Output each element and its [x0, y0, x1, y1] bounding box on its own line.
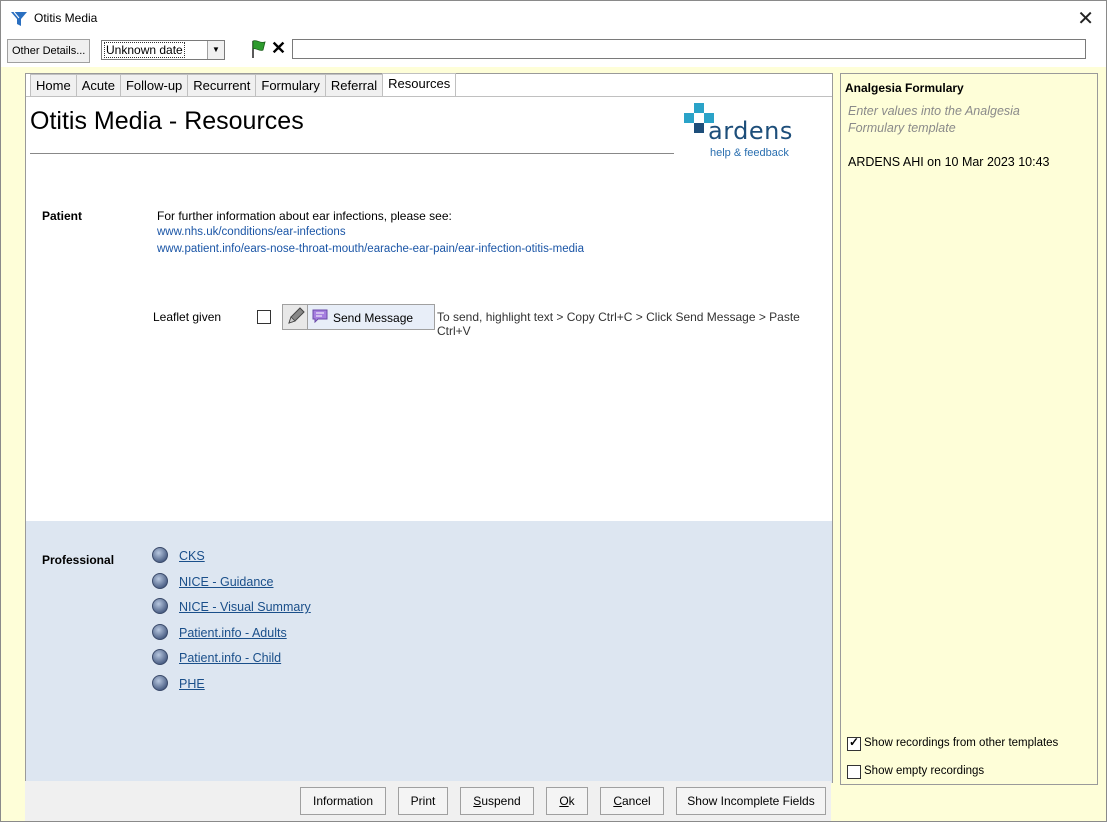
cancel-mnemonic: C: [613, 794, 622, 808]
tab-referral[interactable]: Referral: [324, 74, 384, 97]
show-empty-recordings-checkbox[interactable]: [847, 765, 861, 779]
tab-content: Otitis Media - Resources ardens help & f…: [26, 96, 832, 783]
tab-bar: Home Acute Follow-up Recurrent Formulary…: [30, 73, 457, 97]
window-title: Otitis Media: [34, 11, 98, 25]
toolbar: Other Details... Unknown date ▼ ✕: [1, 35, 1106, 67]
ok-button[interactable]: Ok: [546, 787, 588, 815]
tab-follow-up[interactable]: Follow-up: [119, 74, 189, 97]
link-text[interactable]: PHE: [179, 677, 205, 691]
ardens-logo[interactable]: ardens help & feedback: [684, 103, 794, 159]
cancel-button[interactable]: Cancel: [600, 787, 664, 815]
link-text[interactable]: NICE - Visual Summary: [179, 600, 311, 614]
tab-acute[interactable]: Acute: [75, 74, 121, 97]
show-other-templates-label: Show recordings from other templates: [864, 737, 1059, 749]
print-button[interactable]: Print: [398, 787, 448, 815]
clear-icon[interactable]: ✕: [271, 38, 286, 59]
recordings-title: Analgesia Formulary: [845, 81, 964, 95]
globe-icon: [152, 624, 168, 640]
show-other-templates-checkbox[interactable]: [847, 735, 861, 751]
professional-section: Professional CKS NICE - Guidance NICE - …: [26, 521, 832, 783]
link-text[interactable]: CKS: [179, 549, 205, 563]
send-message-button[interactable]: Send Message: [307, 304, 435, 330]
title-bar: Otitis Media ✕: [1, 1, 1106, 35]
other-details-button[interactable]: Other Details...: [7, 39, 91, 63]
logo-wordmark: ardens: [708, 117, 793, 145]
globe-icon: [152, 675, 168, 691]
tab-recurrent[interactable]: Recurrent: [187, 74, 257, 97]
close-icon[interactable]: ✕: [1077, 6, 1094, 31]
message-icon: [312, 309, 328, 323]
recordings-hint: Enter values into the Analgesia Formular…: [848, 104, 1020, 135]
patient-info-link[interactable]: www.patient.info/ears-nose-throat-mouth/…: [157, 243, 584, 255]
title-divider: [30, 153, 674, 154]
tab-formulary[interactable]: Formulary: [255, 74, 326, 97]
suspend-button[interactable]: Suspend: [460, 787, 534, 815]
leaflet-given-checkbox[interactable]: [257, 310, 271, 324]
globe-icon: [152, 598, 168, 614]
show-incomplete-fields-button[interactable]: Show Incomplete Fields: [676, 787, 826, 815]
app-logo-icon: [11, 11, 27, 26]
chevron-down-icon[interactable]: ▼: [207, 41, 224, 59]
date-dropdown[interactable]: Unknown date ▼: [101, 40, 225, 60]
page-title: Otitis Media - Resources: [30, 107, 304, 135]
information-button[interactable]: Information: [300, 787, 386, 815]
globe-icon: [152, 573, 168, 589]
patient-section-label: Patient: [42, 209, 83, 223]
send-message-label: Send Message: [333, 311, 414, 325]
leaflet-given-label: Leaflet given: [153, 310, 222, 324]
ok-label: k: [568, 794, 575, 808]
app-window: Otitis Media ✕ Other Details... Unknown …: [0, 0, 1107, 822]
edit-button[interactable]: [282, 304, 308, 330]
tab-home[interactable]: Home: [30, 74, 77, 97]
globe-icon: [152, 649, 168, 665]
link-text[interactable]: Patient.info - Adults: [179, 626, 287, 640]
recordings-panel: Analgesia Formulary Enter values into th…: [840, 73, 1098, 785]
toolbar-text-input[interactable]: [292, 39, 1086, 59]
help-feedback-link[interactable]: help & feedback: [710, 147, 789, 159]
date-value: Unknown date: [104, 42, 185, 58]
link-text[interactable]: NICE - Guidance: [179, 575, 273, 589]
green-flag-icon[interactable]: [249, 39, 267, 59]
link-text[interactable]: Patient.info - Child: [179, 651, 281, 665]
template-panel: Home Acute Follow-up Recurrent Formulary…: [25, 73, 833, 783]
tab-resources[interactable]: Resources: [382, 73, 457, 97]
nhs-link[interactable]: www.nhs.uk/conditions/ear-infections: [157, 226, 346, 238]
patient-info-text: For further information about ear infect…: [157, 209, 452, 223]
cancel-label: ancel: [621, 794, 651, 808]
professional-section-label: Professional: [42, 553, 115, 567]
send-instructions: To send, highlight text > Copy Ctrl+C > …: [437, 310, 800, 338]
show-empty-recordings-label: Show empty recordings: [864, 765, 985, 777]
recording-entry[interactable]: ARDENS AHI on 10 Mar 2023 10:43: [848, 155, 1050, 169]
ok-mnemonic: O: [559, 794, 569, 808]
globe-icon: [152, 547, 168, 563]
pencil-icon: [288, 307, 305, 324]
bottom-button-bar: Information Print Suspend Ok Cancel Show…: [25, 781, 831, 821]
suspend-label: uspend: [481, 794, 521, 808]
